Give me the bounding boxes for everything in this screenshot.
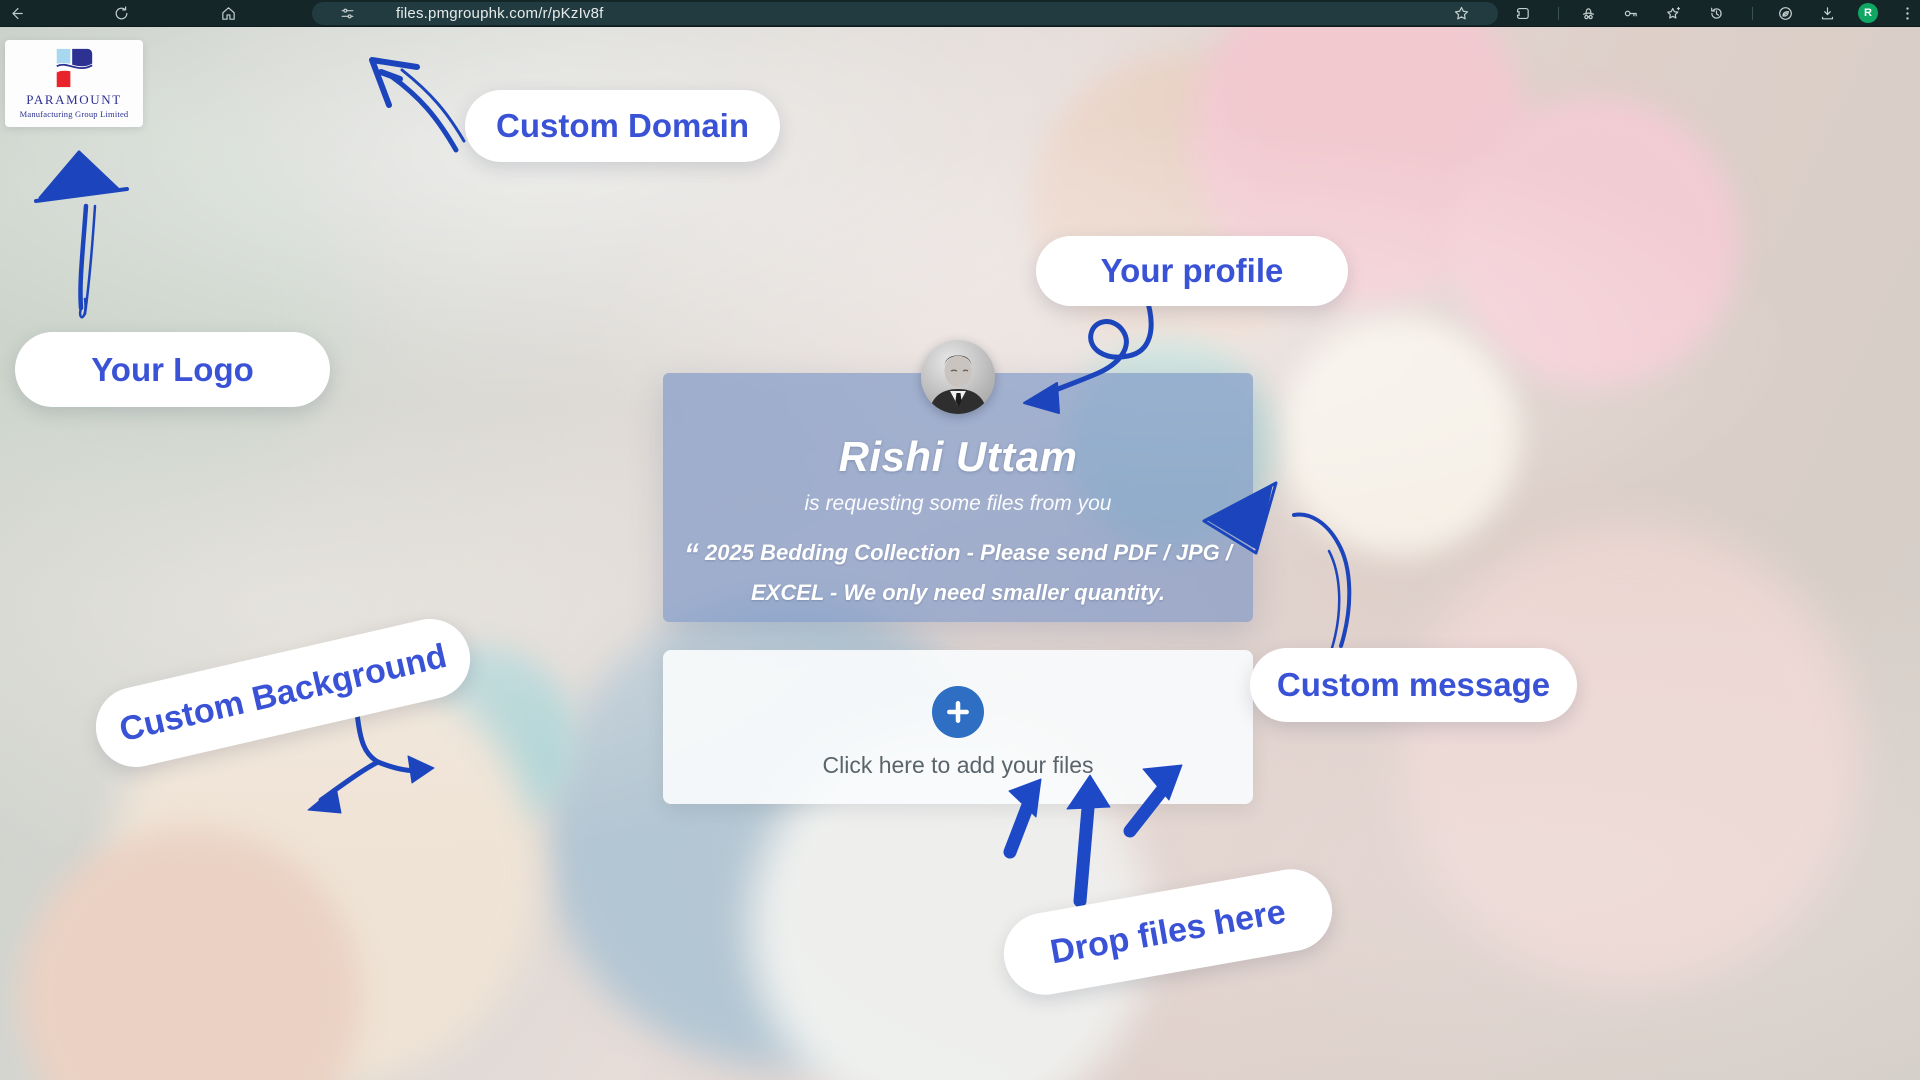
callout-custom-domain: Custom Domain: [465, 90, 780, 162]
download-icon[interactable]: [1818, 4, 1837, 23]
quote-icon: “: [684, 538, 699, 571]
menu-kebab-icon[interactable]: [1898, 4, 1917, 23]
site-info-icon[interactable]: [338, 4, 357, 23]
url-text[interactable]: files.pmgrouphk.com/r/pKzIv8f: [396, 0, 604, 27]
logo-title: PARAMOUNT: [26, 92, 122, 108]
performance-leaf-icon[interactable]: [1776, 4, 1795, 23]
add-files-button[interactable]: [932, 686, 984, 738]
history-icon[interactable]: [1707, 4, 1726, 23]
paramount-logo-mark: [54, 47, 94, 89]
callout-custom-message: Custom message: [1250, 648, 1577, 722]
side-panel-icon[interactable]: [1513, 4, 1532, 23]
password-key-icon[interactable]: [1621, 4, 1640, 23]
dropzone-label[interactable]: Click here to add your files: [663, 752, 1253, 779]
browser-profile-avatar[interactable]: R: [1858, 3, 1878, 23]
requester-name: Rishi Uttam: [663, 433, 1253, 481]
request-subtitle: is requesting some files from you: [663, 492, 1253, 516]
toolbar-separator: [1558, 7, 1559, 20]
toolbar-separator: [1752, 7, 1753, 20]
requester-avatar: [921, 340, 995, 414]
browser-toolbar: files.pmgrouphk.com/r/pKzIv8f R: [0, 0, 1920, 27]
back-icon[interactable]: [7, 4, 26, 23]
company-logo: PARAMOUNT Manufacturing Group Limited: [5, 40, 143, 127]
bookmark-star-icon[interactable]: [1452, 4, 1471, 23]
plus-icon: [945, 699, 971, 725]
custom-message-text: “2025 Bedding Collection - Please send P…: [678, 534, 1238, 612]
refresh-icon[interactable]: [112, 4, 131, 23]
home-icon[interactable]: [219, 4, 238, 23]
callout-your-profile: Your profile: [1036, 236, 1348, 306]
star-sparkle-icon[interactable]: [1664, 4, 1683, 23]
callout-your-logo: Your Logo: [15, 332, 330, 407]
incognito-extension-icon[interactable]: [1579, 4, 1598, 23]
logo-subtitle: Manufacturing Group Limited: [20, 109, 129, 119]
